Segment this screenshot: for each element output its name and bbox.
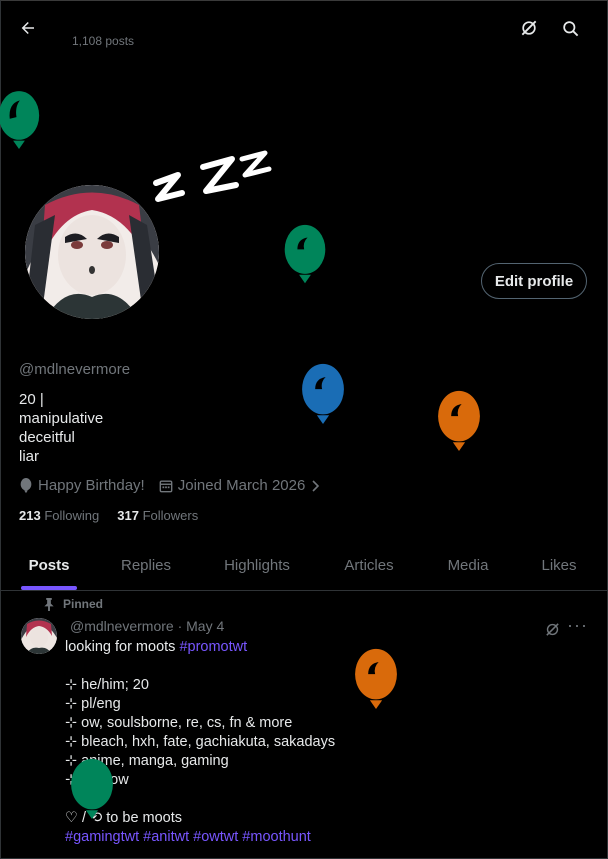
edit-profile-button[interactable]: Edit profile [481, 263, 587, 299]
post-line: ⊹ pisslow [65, 772, 129, 788]
profile-handle: @mdlnevermore [19, 361, 131, 378]
post-count: 1,108 posts [72, 34, 135, 48]
balloon-icon [284, 224, 326, 284]
tab-highlights[interactable]: Highlights [194, 540, 320, 590]
birthday-item: Happy Birthday! [19, 477, 145, 494]
following-label: Following [44, 508, 100, 523]
post-line [65, 657, 565, 676]
post-line [65, 790, 565, 809]
post-line: ⊹ pl/eng [65, 696, 121, 712]
following-count: 213 [19, 508, 41, 523]
more-options-icon[interactable]: ··· [567, 615, 588, 636]
pinned-text: Pinned [63, 597, 104, 611]
balloon-icon [302, 363, 344, 425]
post-line: looking for moots #promotwt [65, 638, 565, 657]
sleep-zzz-icon [153, 150, 272, 202]
tab-replies[interactable]: Replies [98, 540, 194, 590]
profile-avatar[interactable] [22, 182, 162, 322]
profile-tabs: Posts Replies Highlights Articles Media … [0, 540, 608, 591]
profile-bio: 20 | manipulative deceitful liar [19, 390, 103, 466]
balloon-icon [355, 648, 397, 710]
calendar-icon [159, 479, 173, 492]
grok-icon[interactable] [512, 11, 546, 45]
pin-icon [44, 597, 54, 611]
post-text: looking for moots #promotwt ⊹ he/him; 20… [65, 638, 565, 847]
balloon-icon [71, 758, 113, 820]
balloon-icon [0, 91, 40, 150]
followers-link[interactable]: 317 Followers [117, 508, 198, 523]
bio-line: liar [19, 448, 40, 465]
follow-stats: 213 Following 317 Followers [19, 508, 198, 523]
followers-label: Followers [142, 508, 199, 523]
post-line: ⊹ he/him; 20 [65, 677, 149, 693]
tab-articles[interactable]: Articles [320, 540, 418, 590]
post-avatar[interactable] [21, 618, 57, 654]
chevron-right-icon [312, 479, 320, 492]
followers-count: 317 [117, 508, 139, 523]
post-header: @mdlnevermore · May 4 [70, 618, 225, 634]
post-line-text: looking for moots [65, 639, 180, 655]
bio-line: manipulative [19, 410, 104, 427]
pinned-label: Pinned [44, 597, 103, 611]
post-line: ⊹ anime, manga, gaming [65, 753, 229, 769]
balloon-icon [438, 390, 480, 452]
profile-meta: Happy Birthday! Joined March 2026 [19, 477, 320, 494]
tab-media[interactable]: Media [418, 540, 518, 590]
bio-line: 20 | [19, 391, 44, 408]
bio-line: deceitful [19, 429, 75, 446]
tab-likes[interactable]: Likes [518, 540, 600, 590]
post-line: ♡ / ⟲ to be moots [65, 810, 183, 826]
tab-posts[interactable]: Posts [0, 540, 98, 590]
hashtag-link[interactable]: #promotwt [179, 639, 247, 655]
balloon-icon [20, 477, 32, 493]
joined-text: Joined March 2026 [177, 477, 306, 494]
birthday-text: Happy Birthday! [38, 477, 145, 494]
joined-item[interactable]: Joined March 2026 [159, 477, 321, 494]
back-arrow-icon[interactable] [11, 11, 45, 45]
post-hashtags[interactable]: #gamingtwt #anitwt #owtwt #moothunt [65, 828, 565, 847]
post-line: ⊹ bleach, hxh, fate, gachiakuta, sakaday… [65, 734, 336, 750]
post-line: ⊹ ow, soulsborne, re, cs, fn & more [65, 715, 293, 731]
following-link[interactable]: 213 Following [19, 508, 99, 523]
search-icon[interactable] [553, 11, 587, 45]
